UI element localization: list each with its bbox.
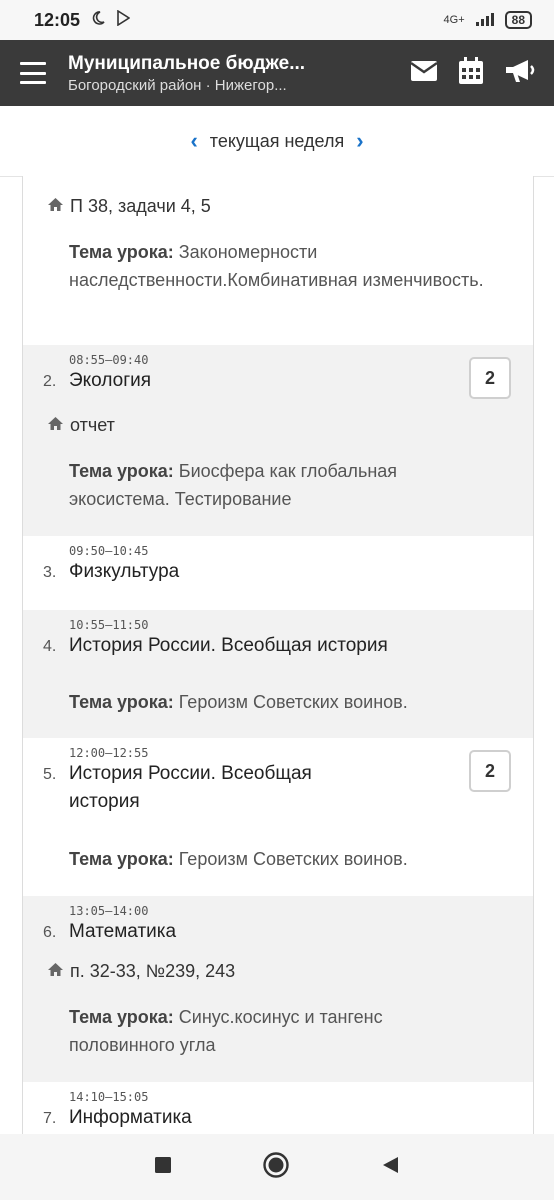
lesson-subject: Математика xyxy=(69,921,177,942)
app-bar: Муниципальное бюдже... Богородский район… xyxy=(0,40,554,106)
lesson-topic: Тема урока: Синус.косинус и тангенс поло… xyxy=(23,1003,533,1059)
lesson-topic: Тема урока: Закономерности наследственно… xyxy=(23,238,533,294)
calendar-icon[interactable] xyxy=(458,56,484,90)
lesson-time: 09:50–10:45 xyxy=(69,544,149,558)
chevron-left-icon[interactable]: ‹ xyxy=(190,128,197,154)
lesson-subject: Физкультура xyxy=(69,561,180,582)
lesson-topic: Тема урока: Героизм Советских воинов. xyxy=(23,845,448,873)
topic-text: Героизм Советских воинов. xyxy=(178,692,408,712)
lesson-item[interactable]: 09:50–10:45 3. Физкультура xyxy=(23,536,533,610)
grade-badge[interactable]: 2 xyxy=(469,750,511,792)
lessons-list: П 38, задачи 4, 5 Тема урока: Закономерн… xyxy=(22,176,534,1134)
house-icon xyxy=(47,961,64,982)
lesson-subject: История России. Всеобщая история xyxy=(69,635,388,656)
homework-text: отчет xyxy=(70,415,115,435)
house-icon xyxy=(47,196,64,217)
chevron-right-icon[interactable]: › xyxy=(356,128,363,154)
homework: П 38, задачи 4, 5 xyxy=(23,196,211,217)
home-icon[interactable] xyxy=(262,1151,290,1184)
week-label: текущая неделя xyxy=(209,130,345,151)
lesson-time: 12:00–12:55 xyxy=(69,746,149,760)
megaphone-icon[interactable] xyxy=(504,58,536,89)
lesson-time: 13:05–14:00 xyxy=(69,904,149,918)
back-icon[interactable] xyxy=(380,1155,400,1180)
homework: п. 32-33, №239, 243 xyxy=(23,961,235,982)
lesson-subject: Информатика xyxy=(69,1107,192,1128)
recent-apps-icon[interactable] xyxy=(154,1156,172,1179)
system-nav-bar xyxy=(0,1134,554,1200)
grade-badge[interactable]: 2 xyxy=(469,357,511,399)
lesson-item[interactable]: 12:00–12:55 5. История России. Всеобщая … xyxy=(23,738,533,896)
lesson-item[interactable]: 13:05–14:00 6. Математика п. 32-33, №239… xyxy=(23,896,533,1082)
lesson-item[interactable]: 08:55–09:40 2. Экология 2 отчет Тема уро… xyxy=(23,345,533,536)
topic-label: Тема урока: xyxy=(69,849,174,869)
homework-text: П 38, задачи 4, 5 xyxy=(70,196,211,216)
lesson-item[interactable]: 14:10–15:05 7. Информатика xyxy=(23,1082,533,1134)
house-icon xyxy=(47,415,64,436)
menu-icon[interactable] xyxy=(20,62,46,84)
app-subtitle: Богородский район · Нижегор... xyxy=(68,76,287,94)
lesson-subject: История России. Всеобщая история xyxy=(69,763,312,812)
moon-icon xyxy=(90,10,106,31)
status-bar: 12:05 4G+ 88 xyxy=(0,0,554,40)
lesson-topic: Тема урока: Героизм Советских воинов. xyxy=(23,688,448,716)
battery-indicator: 88 xyxy=(504,11,532,29)
signal-icon xyxy=(475,12,495,29)
lesson-time: 10:55–11:50 xyxy=(69,618,149,632)
mail-icon[interactable] xyxy=(410,60,438,87)
week-selector: ‹ текущая неделя › xyxy=(0,106,554,177)
network-label: 4G+ xyxy=(443,14,465,26)
app-title: Муниципальное бюдже... xyxy=(68,52,306,74)
lesson-time: 08:55–09:40 xyxy=(69,353,149,367)
topic-label: Тема урока: xyxy=(69,692,174,712)
lesson-time: 14:10–15:05 xyxy=(69,1090,149,1104)
homework-text: п. 32-33, №239, 243 xyxy=(70,961,236,981)
topic-label: Тема урока: xyxy=(69,1007,174,1027)
lesson-item[interactable]: П 38, задачи 4, 5 Тема урока: Закономерн… xyxy=(23,176,533,345)
topic-label: Тема урока: xyxy=(69,242,174,262)
lesson-item[interactable]: 10:55–11:50 4. История России. Всеобщая … xyxy=(23,610,533,738)
homework: отчет xyxy=(23,415,115,436)
lesson-subject: Экология xyxy=(69,370,152,391)
play-store-icon xyxy=(116,9,131,31)
topic-label: Тема урока: xyxy=(69,461,174,481)
status-time: 12:05 xyxy=(34,9,81,30)
lesson-topic: Тема урока: Биосфера как глобальная экос… xyxy=(23,457,533,513)
topic-text: Героизм Советских воинов. xyxy=(178,849,408,869)
